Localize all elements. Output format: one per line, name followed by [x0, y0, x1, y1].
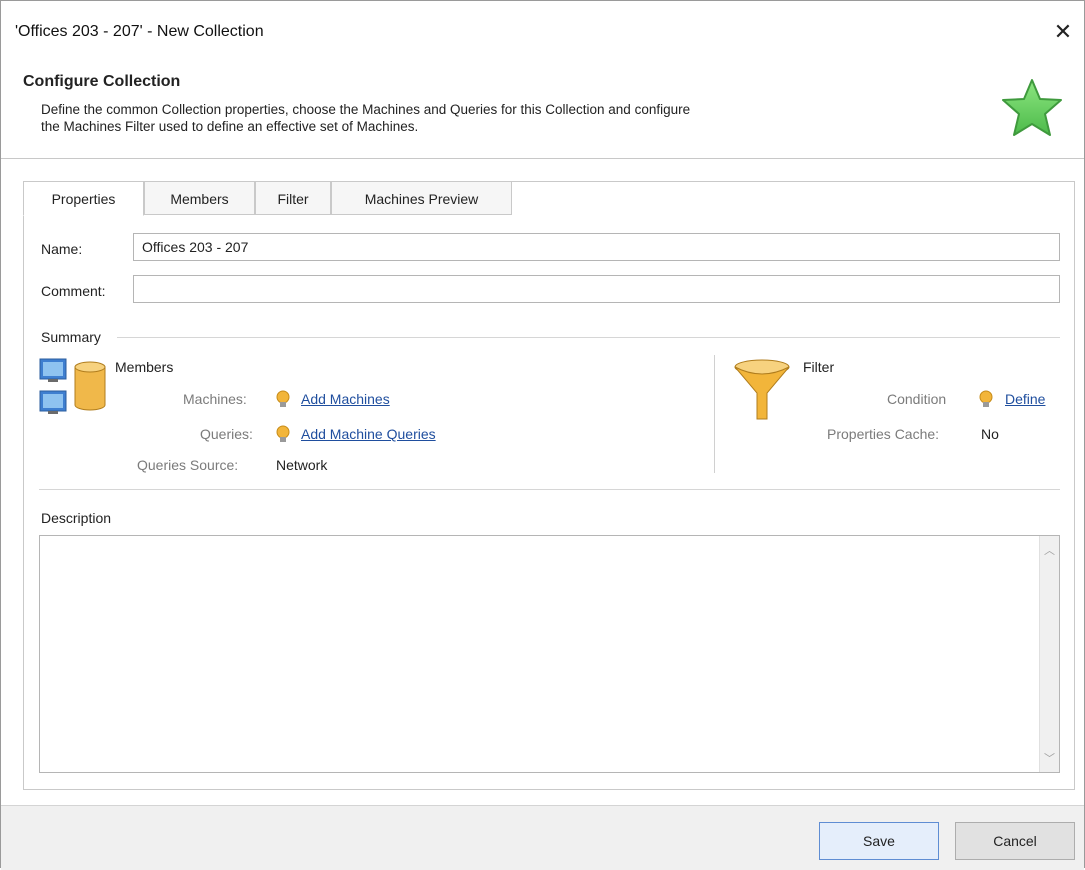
- scroll-up-icon[interactable]: ︿: [1044, 542, 1055, 558]
- name-input[interactable]: [133, 233, 1060, 261]
- header-description-line1: Define the common Collection properties,…: [41, 102, 691, 117]
- description-divider: [39, 489, 1060, 490]
- comment-label: Comment:: [41, 283, 106, 299]
- members-title: Members: [115, 359, 174, 375]
- cancel-button[interactable]: Cancel: [955, 822, 1075, 860]
- filter-title: Filter: [803, 359, 835, 375]
- bulb-icon: [979, 390, 993, 407]
- properties-cache-label: Properties Cache:: [827, 426, 940, 442]
- header-description: Define the common Collection properties,…: [41, 101, 961, 135]
- header-title: Configure Collection: [23, 73, 181, 90]
- star-icon: [1002, 79, 1062, 136]
- funnel-icon: [734, 359, 790, 420]
- header-description-line2: the Machines Filter used to define an ef…: [41, 119, 419, 134]
- tab-filter[interactable]: Filter: [255, 181, 331, 215]
- dialog-header: Configure Collection Define the common C…: [1, 61, 1084, 159]
- add-machine-queries-link[interactable]: Add Machine Queries: [301, 426, 436, 442]
- bulb-icon: [276, 390, 290, 407]
- summary-label: Summary: [41, 329, 101, 345]
- summary-vertical-divider: [714, 355, 715, 473]
- machines-label: Machines:: [183, 391, 247, 407]
- save-button[interactable]: Save: [819, 822, 939, 860]
- queries-source-value: Network: [276, 457, 328, 473]
- description-textarea[interactable]: ︿ ﹀: [39, 535, 1060, 773]
- tab-members[interactable]: Members: [144, 181, 255, 215]
- add-machines-link[interactable]: Add Machines: [301, 391, 390, 407]
- window-title: 'Offices 203 - 207' - New Collection: [15, 23, 264, 40]
- queries-source-label: Queries Source:: [137, 457, 239, 473]
- title-bar: 'Offices 203 - 207' - New Collection ✕: [1, 1, 1084, 61]
- scroll-down-icon[interactable]: ﹀: [1044, 750, 1055, 766]
- header-separator: [1, 158, 1084, 159]
- description-label: Description: [41, 510, 112, 526]
- summary-divider: [117, 337, 1060, 338]
- members-icon: [39, 358, 106, 414]
- tab-machines-preview[interactable]: Machines Preview: [331, 181, 512, 215]
- properties-cache-value: No: [981, 426, 999, 442]
- queries-label: Queries:: [200, 426, 253, 442]
- define-condition-link[interactable]: Define: [1005, 391, 1045, 407]
- name-label: Name:: [41, 241, 83, 257]
- dialog-window: 'Offices 203 - 207' - New Collection ✕ C…: [0, 0, 1085, 870]
- description-scrollbar[interactable]: ︿ ﹀: [1039, 536, 1059, 772]
- close-icon[interactable]: ✕: [1048, 17, 1078, 47]
- comment-input[interactable]: [133, 275, 1060, 303]
- tab-properties[interactable]: Properties: [23, 181, 144, 216]
- dialog-footer: Save Cancel: [1, 805, 1084, 870]
- condition-label: Condition: [887, 391, 947, 407]
- bulb-icon: [276, 425, 290, 442]
